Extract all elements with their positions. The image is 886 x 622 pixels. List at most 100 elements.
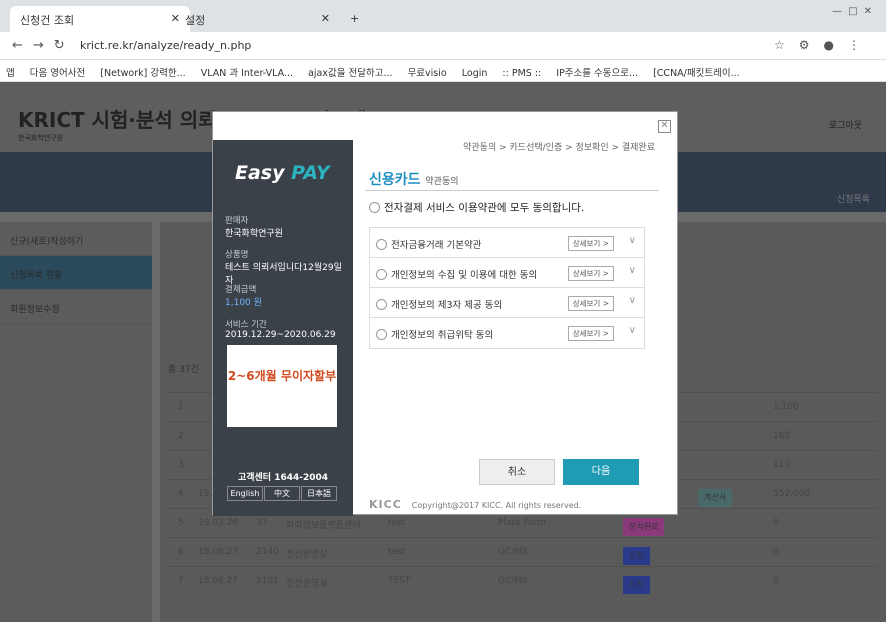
easypay-logo: Easy PAY	[235, 162, 330, 184]
language-switch: English 中文 日本語	[227, 486, 343, 501]
menu-list[interactable]: 신청목록 현황	[0, 256, 152, 290]
table-cell: 0	[773, 518, 779, 528]
detail-button[interactable]: 상세보기 >	[567, 266, 614, 281]
table-cell: 전산운영실	[286, 550, 328, 560]
side-menu: 신규(새로)작성하기 신청목록 현황 회원정보수정	[0, 222, 152, 622]
payment-info-panel: Easy PAY 판매자 한국화학연구원 상품명 테스트 의뢰서입니다12월29…	[213, 140, 353, 516]
lang-english[interactable]: English	[227, 486, 263, 501]
table-cell: GC/MS	[498, 576, 528, 586]
period-value: 2019.12.29~2020.06.29	[225, 330, 336, 340]
bookmarks-bar: 앱 다음 영어사전 [Network] 강력한... VLAN 과 Inter-…	[0, 60, 886, 82]
cancel-button[interactable]: 취소	[479, 459, 555, 485]
status-badge[interactable]: 분석완료	[623, 518, 665, 536]
table-cell: 0	[773, 576, 779, 586]
agree-all-checkbox[interactable]: 전자결제 서비스 이용약관에 모두 동의합니다.	[369, 200, 584, 215]
tab-inquiry[interactable]: 신청건 조회 ✕	[10, 6, 190, 32]
check-circle-icon	[376, 329, 387, 340]
table-cell: 165	[773, 431, 791, 441]
detail-button[interactable]: 상세보기 >	[567, 236, 614, 251]
table-cell: 1,100	[773, 402, 799, 412]
status-badge[interactable]: 신청	[623, 547, 650, 565]
lang-japanese[interactable]: 日本語	[301, 486, 337, 501]
pay-badge[interactable]: 계산서	[698, 489, 733, 507]
bookmark-item[interactable]: 다음 영어사전	[30, 65, 85, 79]
table-cell: 19.03.26	[198, 518, 239, 528]
table-row[interactable]: 6 18.06.27 2140 전산운영실 test GC/MS 0 신청	[168, 537, 878, 565]
term-item[interactable]: 개인정보의 제3자 제공 동의 상세보기 > ∨	[370, 288, 644, 318]
next-button[interactable]: 다음	[563, 459, 639, 485]
bookmark-item[interactable]: 앱	[6, 65, 15, 79]
bookmark-item[interactable]: Login	[462, 68, 488, 79]
tab-label: 신청건 조회	[20, 14, 75, 27]
table-cell: 2	[178, 431, 184, 441]
table-row[interactable]: 7 18.06.27 2101 전산운영실 TEST GC/MS 0 신청	[168, 566, 878, 594]
window-controls[interactable]: —□✕	[832, 6, 878, 17]
check-circle-icon	[376, 299, 387, 310]
bookmark-item[interactable]: [Network] 강력한...	[100, 65, 185, 79]
detail-button[interactable]: 상세보기 >	[567, 326, 614, 341]
chevron-down-icon[interactable]: ∨	[629, 265, 636, 276]
table-cell: 2101	[256, 576, 279, 586]
table-cell: 화학정보플랫폼센터	[286, 521, 361, 531]
bookmark-item[interactable]: 무료visio	[408, 65, 447, 79]
table-cell: 2140	[256, 547, 279, 557]
easypay-modal: ✕ Easy PAY 판매자 한국화학연구원 상품명 테스트 의뢰서입니다12월…	[212, 111, 678, 516]
seller-value: 한국화학연구원	[225, 229, 283, 239]
browser-tabbar: 신청건 조회 ✕ 설정 ✕ + —□✕	[0, 0, 886, 32]
table-cell: 352,000	[773, 489, 811, 499]
total-count: 총 37건	[168, 365, 199, 375]
lang-chinese[interactable]: 中文	[264, 486, 300, 501]
check-circle-icon	[376, 269, 387, 280]
modal-title: 신용카드 약관동의	[369, 172, 459, 188]
chevron-down-icon[interactable]: ∨	[629, 325, 636, 336]
table-cell: 7	[178, 576, 184, 586]
toolbar-icons[interactable]: ☆⚙●⋮	[774, 38, 874, 52]
bookmark-item[interactable]: VLAN 과 Inter-VLA...	[201, 65, 293, 79]
bookmark-item[interactable]: :: PMS ::	[502, 68, 541, 79]
breadcrumb: 신청목록	[836, 195, 870, 205]
address-bar: ←→↻ krict.re.kr/analyze/ready_n.php ☆⚙●⋮	[0, 32, 886, 60]
amount-value: 1,100 원	[225, 298, 262, 308]
close-icon[interactable]: ✕	[658, 120, 671, 133]
table-cell: 3	[178, 460, 184, 470]
detail-button[interactable]: 상세보기 >	[567, 296, 614, 311]
tab-settings[interactable]: 설정 ✕	[175, 6, 340, 32]
table-cell: 37	[256, 518, 268, 528]
period-label: 서비스 기간	[225, 320, 267, 330]
bookmark-item[interactable]: IP주소를 수동으로...	[556, 65, 638, 79]
bookmark-item[interactable]: [CCNA/패킷트레이...	[653, 65, 740, 79]
modal-footer: KICC Copyright@2017 KICC. All rights rese…	[369, 498, 582, 511]
bookmark-item[interactable]: ajax값을 전달하고...	[308, 65, 392, 79]
chevron-down-icon[interactable]: ∨	[629, 235, 636, 246]
terms-list: 전자금융거래 기본약관 상세보기 > ∨ 개인정보의 수집 및 이용에 대한 동의 상…	[369, 227, 645, 349]
menu-member[interactable]: 회원정보수정	[0, 290, 152, 324]
url-field[interactable]: krict.re.kr/analyze/ready_n.php	[80, 39, 251, 52]
table-cell: 110	[773, 460, 791, 470]
term-item[interactable]: 전자금융거래 기본약관 상세보기 > ∨	[370, 228, 644, 258]
table-cell: Plate Form	[498, 518, 547, 528]
tab-label: 설정	[185, 14, 206, 27]
table-cell: 5	[178, 518, 184, 528]
product-label: 상품명	[225, 250, 249, 260]
chevron-down-icon[interactable]: ∨	[629, 295, 636, 306]
table-cell: 4	[178, 489, 184, 499]
nav-buttons[interactable]: ←→↻	[12, 38, 75, 53]
menu-new[interactable]: 신규(새로)작성하기	[0, 222, 152, 256]
status-badge[interactable]: 신청	[623, 576, 650, 594]
logout-link[interactable]: 로그아웃	[829, 118, 862, 131]
table-cell: 0	[773, 547, 779, 557]
table-cell: test	[388, 518, 406, 528]
term-item[interactable]: 개인정보의 취급위탁 동의 상세보기 > ∨	[370, 318, 644, 348]
term-item[interactable]: 개인정보의 수집 및 이용에 대한 동의 상세보기 > ∨	[370, 258, 644, 288]
table-cell: 18.06.27	[198, 576, 239, 586]
table-cell: test	[388, 547, 406, 557]
table-cell: 전산운영실	[286, 579, 328, 589]
customer-center: 고객센터 1644-2004	[237, 473, 329, 483]
table-cell: TEST	[388, 576, 411, 586]
table-cell: 18.06.27	[198, 547, 239, 557]
table-cell: 6	[178, 547, 184, 557]
new-tab-button[interactable]: +	[340, 6, 369, 32]
step-indicator: 약관동의 > 카드선택/인증 > 정보확인 > 결제완료	[463, 143, 655, 153]
promo-banner[interactable]: 2~6개월 무이자할부	[227, 345, 337, 427]
close-icon[interactable]: ✕	[321, 12, 330, 25]
